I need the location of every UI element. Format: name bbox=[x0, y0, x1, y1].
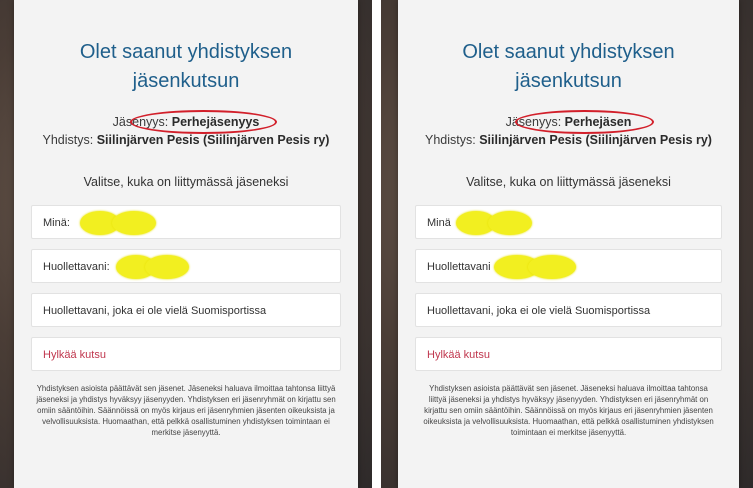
redaction-mark bbox=[488, 211, 532, 235]
option-dependent-not-registered[interactable]: Huollettavani, joka ei ole vielä Suomisp… bbox=[415, 293, 722, 327]
association-value: Siilinjärven Pesis (Siilinjärven Pesis r… bbox=[479, 133, 712, 147]
option-label: Huollettavani, joka ei ole vielä Suomisp… bbox=[427, 305, 651, 317]
option-self[interactable]: Minä bbox=[415, 205, 722, 239]
option-dependent[interactable]: Huollettavani bbox=[415, 249, 722, 283]
option-label: Huollettavani: bbox=[43, 261, 110, 273]
option-label: Huollettavani, joka ei ole vielä Suomisp… bbox=[43, 305, 267, 317]
screenshot-left: Olet saanut yhdistyksen jäsenkutsun Jäse… bbox=[0, 0, 372, 488]
option-dependent[interactable]: Huollettavani: bbox=[31, 249, 341, 283]
title-line-2: jäsenkutsun bbox=[515, 70, 622, 92]
membership-info-text: Yhdistyksen asioista päättävät sen jäsen… bbox=[423, 384, 714, 437]
membership-info-text: Yhdistyksen asioista päättävät sen jäsen… bbox=[36, 384, 336, 437]
redaction-mark bbox=[112, 211, 156, 235]
reject-invitation-link[interactable]: Hylkää kutsu bbox=[415, 337, 722, 371]
association-label: Yhdistys: bbox=[425, 133, 476, 147]
invitation-card: Olet saanut yhdistyksen jäsenkutsun Jäse… bbox=[398, 0, 739, 488]
option-label: Hylkää kutsu bbox=[427, 349, 490, 361]
highlight-circle bbox=[130, 110, 277, 134]
choose-prompt: Valitse, kuka on liittymässä jäseneksi bbox=[83, 175, 289, 189]
page-title: Olet saanut yhdistyksen jäsenkutsun bbox=[14, 38, 358, 96]
option-label: Hylkää kutsu bbox=[43, 349, 106, 361]
screenshot-right: Olet saanut yhdistyksen jäsenkutsun Jäse… bbox=[381, 0, 753, 488]
association-value: Siilinjärven Pesis (Siilinjärven Pesis r… bbox=[96, 133, 330, 147]
page-title: Olet saanut yhdistyksen jäsenkutsun bbox=[398, 38, 739, 96]
redaction-mark bbox=[528, 255, 576, 279]
option-label: Huollettavani bbox=[427, 261, 491, 273]
title-line-2: jäsenkutsun bbox=[132, 70, 240, 92]
redaction-mark bbox=[145, 255, 189, 279]
reject-invitation-link[interactable]: Hylkää kutsu bbox=[31, 337, 341, 371]
association-label: Yhdistys: bbox=[42, 133, 94, 147]
title-line-1: Olet saanut yhdistyksen bbox=[79, 41, 293, 63]
highlight-circle bbox=[515, 110, 654, 134]
option-label: Minä bbox=[427, 217, 451, 229]
option-dependent-not-registered[interactable]: Huollettavani, joka ei ole vielä Suomisp… bbox=[31, 293, 341, 327]
option-self[interactable]: Minä: bbox=[31, 205, 341, 239]
title-line-1: Olet saanut yhdistyksen bbox=[462, 41, 675, 63]
option-label: Minä: bbox=[43, 217, 70, 229]
invitation-card: Olet saanut yhdistyksen jäsenkutsun Jäse… bbox=[14, 0, 358, 488]
choose-prompt: Valitse, kuka on liittymässä jäseneksi bbox=[466, 175, 671, 189]
